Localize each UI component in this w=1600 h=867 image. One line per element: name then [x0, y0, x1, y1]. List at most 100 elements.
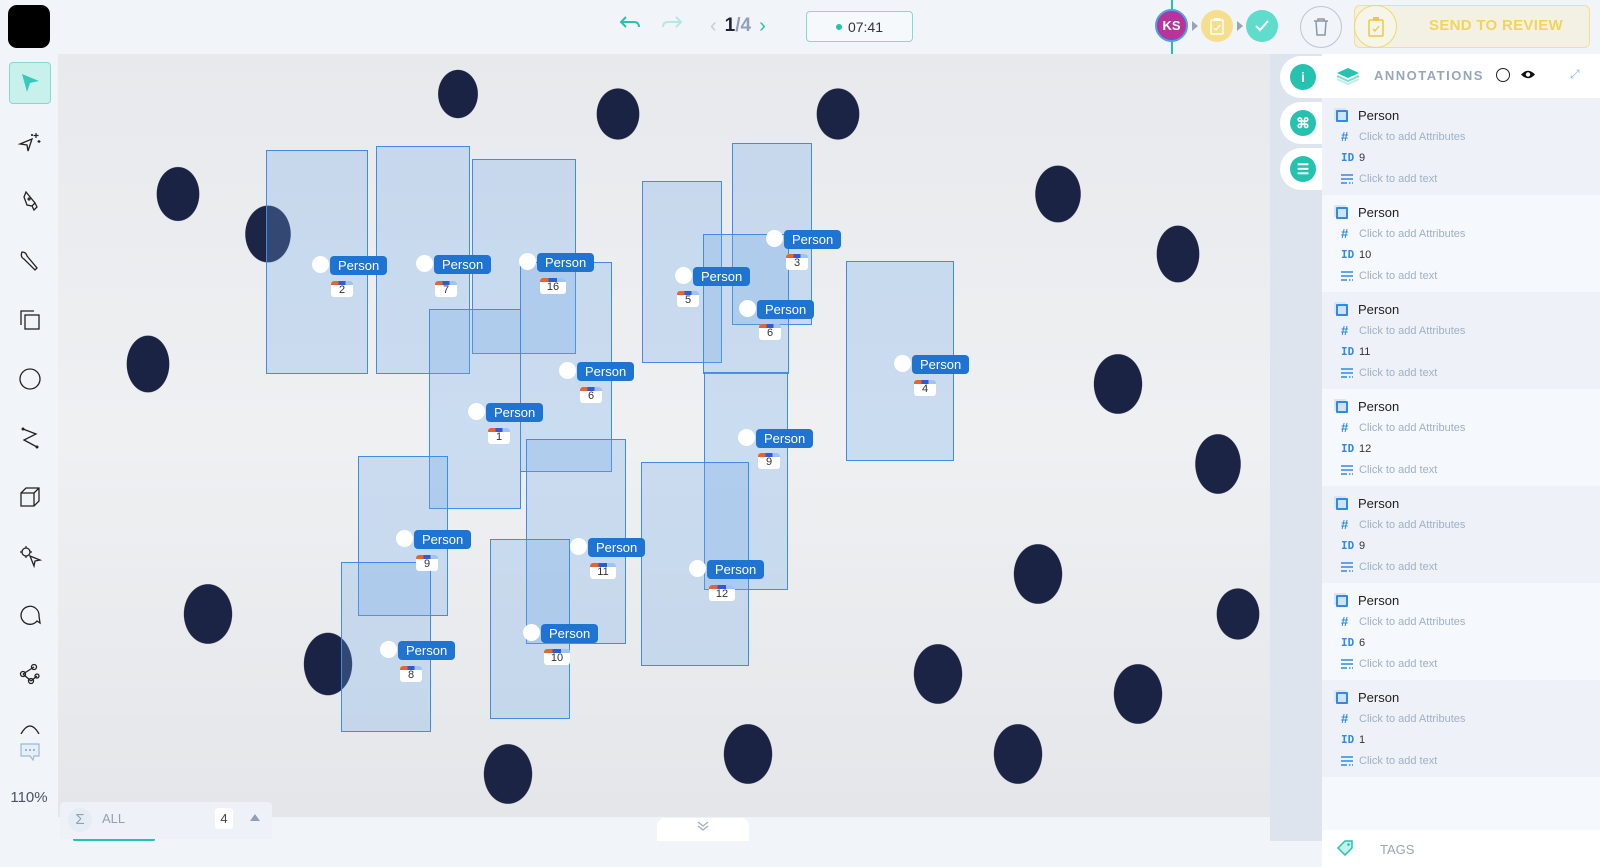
- id-row: ID 12: [1336, 438, 1600, 459]
- annotation-class-label[interactable]: Person: [707, 560, 765, 579]
- annotation-class-row[interactable]: Person: [1336, 299, 1600, 320]
- annotation-class-label[interactable]: Person: [486, 403, 544, 422]
- tool-polyline[interactable]: [9, 417, 51, 459]
- undo-button[interactable]: [616, 12, 644, 38]
- annotation-list-item[interactable]: Person # Click to add Attributes ID 1 Cl…: [1322, 680, 1600, 777]
- annotation-handle[interactable]: [312, 256, 329, 273]
- annotation-list-item[interactable]: Person # Click to add Attributes ID 12 C…: [1322, 389, 1600, 486]
- attributes-row[interactable]: # Click to add Attributes: [1336, 611, 1600, 632]
- annotation-id: 11: [1359, 345, 1371, 358]
- annotation-handle[interactable]: [380, 641, 397, 658]
- attributes-row[interactable]: # Click to add Attributes: [1336, 417, 1600, 438]
- attributes-row[interactable]: # Click to add Attributes: [1336, 320, 1600, 341]
- redo-button[interactable]: [658, 12, 686, 38]
- annotation-handle[interactable]: [468, 403, 485, 420]
- text-row[interactable]: Click to add text: [1336, 362, 1600, 383]
- annotation-list-item[interactable]: Person # Click to add Attributes ID 11 C…: [1322, 292, 1600, 389]
- clipboard-icon: [1354, 5, 1397, 48]
- annotation-handle[interactable]: [396, 530, 413, 547]
- annotation-list-item[interactable]: Person # Click to add Attributes ID 9 Cl…: [1322, 98, 1600, 195]
- tool-select[interactable]: [9, 62, 51, 104]
- text-row[interactable]: Click to add text: [1336, 459, 1600, 480]
- text-row[interactable]: Click to add text: [1336, 168, 1600, 189]
- annotation-class-label[interactable]: Person: [537, 253, 595, 272]
- timer-value: 07:41: [847, 18, 884, 35]
- annotation-handle[interactable]: [559, 362, 576, 379]
- annotation-class-label[interactable]: Person: [756, 429, 814, 448]
- annotation-class-row[interactable]: Person: [1336, 687, 1600, 708]
- annotation-class-label[interactable]: Person: [588, 538, 646, 557]
- tool-ellipse[interactable]: [9, 358, 51, 400]
- annotation-list-item[interactable]: Person # Click to add Attributes ID 9 Cl…: [1322, 486, 1600, 583]
- annotation-class-label[interactable]: Person: [693, 267, 751, 286]
- annotation-handle[interactable]: [689, 560, 706, 577]
- workflow-step-complete[interactable]: [1246, 10, 1278, 42]
- checkmark-icon: [1255, 20, 1269, 32]
- previous-page-button[interactable]: ‹: [710, 15, 717, 38]
- tool-cuboid[interactable]: [9, 476, 51, 518]
- send-to-review-button[interactable]: SEND TO REVIEW: [1354, 5, 1590, 48]
- annotation-class-label[interactable]: Person: [757, 300, 815, 319]
- annotation-handle[interactable]: [739, 300, 756, 317]
- tool-pen[interactable]: [9, 181, 51, 223]
- annotation-handle[interactable]: [416, 255, 433, 272]
- annotation-class-row[interactable]: Person: [1336, 590, 1600, 611]
- class-filter[interactable]: Σ ALL 4: [60, 802, 272, 839]
- annotation-class-label[interactable]: Person: [414, 530, 472, 549]
- annotation-list-item[interactable]: Person # Click to add Attributes ID 6 Cl…: [1322, 583, 1600, 680]
- attributes-row[interactable]: # Click to add Attributes: [1336, 126, 1600, 147]
- annotation-handle[interactable]: [894, 355, 911, 372]
- tool-bounding-box[interactable]: [9, 299, 51, 341]
- user-avatar[interactable]: KS: [1155, 9, 1188, 42]
- annotation-handle[interactable]: [766, 230, 783, 247]
- settings-button[interactable]: ☰: [1280, 148, 1328, 190]
- annotation-id-badge: 4: [914, 380, 936, 396]
- comments-icon[interactable]: [19, 742, 41, 762]
- text-row[interactable]: Click to add text: [1336, 556, 1600, 577]
- shortcuts-button[interactable]: ⌘: [1280, 102, 1328, 144]
- next-page-button[interactable]: ›: [759, 15, 766, 38]
- annotation-class-label[interactable]: Person: [912, 355, 970, 374]
- annotation-handle[interactable]: [523, 624, 540, 641]
- annotation-class-label[interactable]: Person: [398, 641, 456, 660]
- delete-button[interactable]: [1300, 6, 1342, 48]
- text-row[interactable]: Click to add text: [1336, 653, 1600, 674]
- zoom-level[interactable]: 110%: [0, 789, 58, 806]
- collapse-toggle-button[interactable]: [657, 818, 749, 841]
- tags-section[interactable]: TAGS: [1322, 830, 1600, 867]
- annotation-handle[interactable]: [675, 267, 692, 284]
- annotation-class-row[interactable]: Person: [1336, 396, 1600, 417]
- tool-magic[interactable]: [9, 122, 51, 164]
- annotation-handle[interactable]: [738, 429, 755, 446]
- tool-skeleton[interactable]: [9, 653, 51, 695]
- attributes-row[interactable]: # Click to add Attributes: [1336, 223, 1600, 244]
- expand-icon[interactable]: ⤢: [1570, 67, 1580, 82]
- app-logo[interactable]: [8, 5, 50, 48]
- text-row[interactable]: Click to add text: [1336, 750, 1600, 771]
- annotation-handle[interactable]: [519, 253, 536, 270]
- text-lines-icon: [1341, 561, 1353, 572]
- annotation-class-label[interactable]: Person: [330, 256, 388, 275]
- image-canvas[interactable]: Person 2 Person 7 Person 16 Person 3 Person 5 Pers…: [58, 54, 1270, 817]
- tool-point[interactable]: [9, 535, 51, 577]
- annotation-list-item[interactable]: Person # Click to add Attributes ID 10 C…: [1322, 195, 1600, 292]
- info-button[interactable]: i: [1280, 56, 1328, 98]
- annotation-class-label[interactable]: Person: [541, 624, 599, 643]
- tool-arc[interactable]: [9, 712, 51, 734]
- annotation-class-row[interactable]: Person: [1336, 105, 1600, 126]
- workflow-step-review[interactable]: [1201, 10, 1233, 42]
- annotation-class-label[interactable]: Person: [577, 362, 635, 381]
- annotation-class-label[interactable]: Person: [784, 230, 842, 249]
- tool-comment[interactable]: [9, 594, 51, 636]
- caret-up-icon[interactable]: [250, 814, 260, 821]
- toggle-all-circle-icon[interactable]: [1496, 68, 1510, 82]
- text-row[interactable]: Click to add text: [1336, 265, 1600, 286]
- annotation-class-row[interactable]: Person: [1336, 202, 1600, 223]
- annotation-handle[interactable]: [570, 538, 587, 555]
- annotation-class-label[interactable]: Person: [434, 255, 492, 274]
- annotation-class-row[interactable]: Person: [1336, 493, 1600, 514]
- attributes-row[interactable]: # Click to add Attributes: [1336, 708, 1600, 729]
- eye-icon[interactable]: [1520, 69, 1536, 80]
- tool-brush[interactable]: [9, 240, 51, 282]
- attributes-row[interactable]: # Click to add Attributes: [1336, 514, 1600, 535]
